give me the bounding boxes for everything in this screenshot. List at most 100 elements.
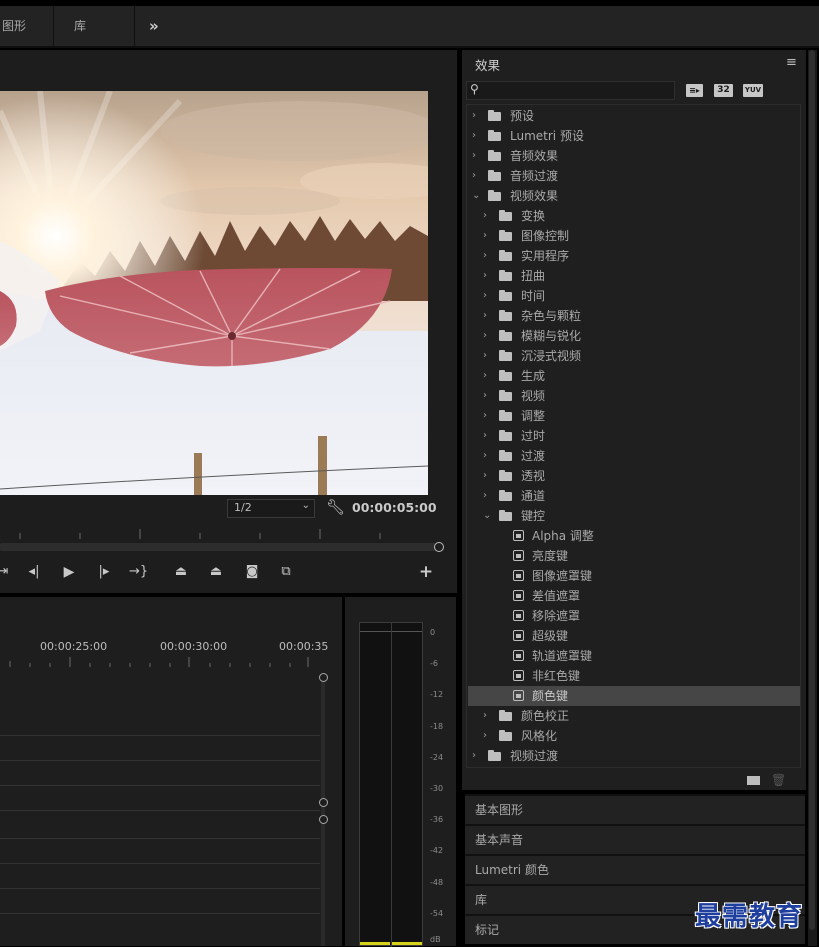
folder-item[interactable]: › 音频过渡 — [468, 166, 800, 186]
folder-item[interactable]: › 过时 — [468, 426, 800, 446]
new-folder-icon[interactable] — [747, 776, 760, 785]
lift-icon[interactable]: ⏏ — [172, 563, 190, 581]
mark-out-icon[interactable]: ⇥ — [0, 563, 12, 581]
folder-item[interactable]: › 沉浸式视频 — [468, 346, 800, 366]
chevron-down-icon[interactable]: ⌄ — [472, 186, 482, 206]
effect-item[interactable]: 亮度键 — [468, 546, 800, 566]
panel-scrollbar[interactable] — [808, 50, 817, 946]
chevron-right-icon[interactable]: › — [483, 206, 493, 226]
scroll-handle[interactable] — [319, 673, 328, 682]
effect-item[interactable]: 非红色键 — [468, 666, 800, 686]
effect-item[interactable]: 超级键 — [468, 626, 800, 646]
workspace-tab-library[interactable]: 库 — [74, 6, 86, 46]
scroll-handle[interactable] — [319, 815, 328, 824]
go-to-out-icon[interactable]: →} — [129, 563, 148, 581]
chevron-right-icon[interactable]: › — [483, 706, 493, 726]
effect-item[interactable]: Alpha 调整 — [468, 526, 800, 546]
folder-item[interactable]: › 音频效果 — [468, 146, 800, 166]
scroll-handle[interactable] — [319, 798, 328, 807]
chevron-right-icon[interactable]: › — [483, 466, 493, 486]
double-chevron-right-icon[interactable]: » — [149, 6, 159, 46]
chevron-right-icon[interactable]: › — [483, 446, 493, 466]
chevron-right-icon[interactable]: › — [483, 286, 493, 306]
folder-item[interactable]: › 风格化 — [468, 726, 800, 746]
chevron-down-icon: ⌄ — [301, 500, 310, 511]
chevron-down-icon[interactable]: ⌄ — [483, 506, 493, 526]
camera-icon[interactable]: ◙ — [243, 563, 261, 581]
chevron-right-icon[interactable]: › — [472, 126, 482, 146]
panel-label: 基本声音 — [475, 833, 524, 847]
chevron-right-icon[interactable]: › — [472, 166, 482, 186]
chevron-right-icon[interactable]: › — [483, 346, 493, 366]
effect-item[interactable]: 图像遮罩键 — [468, 566, 800, 586]
folder-item[interactable]: › 图像控制 — [468, 226, 800, 246]
chevron-right-icon[interactable]: › — [472, 106, 482, 126]
chevron-right-icon[interactable]: › — [483, 406, 493, 426]
effect-item[interactable]: 颜色键 — [468, 686, 800, 706]
scrubber-handle[interactable] — [434, 542, 444, 552]
effects-search-input[interactable]: ⚲ — [466, 81, 675, 100]
chevron-right-icon[interactable]: › — [483, 366, 493, 386]
vertical-scrollbar[interactable] — [321, 676, 325, 946]
ruler-label: 00:00:35 — [279, 640, 329, 653]
folder-item[interactable]: › 调整 — [468, 406, 800, 426]
extract-icon[interactable]: ⏏ — [207, 563, 225, 581]
folder-item[interactable]: ⌄ 视频效果 — [468, 186, 800, 206]
chevron-right-icon[interactable]: › — [483, 486, 493, 506]
meter-scale-label: -24 — [430, 753, 444, 762]
accelerated-effects-filter-icon[interactable]: ≡▸ — [686, 84, 703, 97]
panel-lumetri-color[interactable]: Lumetri 颜色 — [465, 854, 805, 884]
chevron-right-icon[interactable]: › — [483, 246, 493, 266]
chevron-right-icon[interactable]: › — [483, 386, 493, 406]
32bit-filter-icon[interactable]: 32 — [714, 84, 733, 97]
zoom-select[interactable]: 1/2 ⌄ — [227, 499, 315, 518]
meter-scale-label: -12 — [430, 690, 444, 699]
yuv-filter-icon[interactable]: YUV — [743, 84, 763, 97]
folder-item[interactable]: › 透视 — [468, 466, 800, 486]
chevron-right-icon[interactable]: › — [483, 326, 493, 346]
chevron-right-icon[interactable]: › — [483, 726, 493, 746]
folder-item[interactable]: › 视频过渡 — [468, 746, 800, 766]
compare-icon[interactable]: ⧉ — [277, 563, 295, 581]
add-icon[interactable]: + — [417, 563, 435, 581]
panel-essential-sound[interactable]: 基本声音 — [465, 824, 805, 854]
folder-item[interactable]: › 时间 — [468, 286, 800, 306]
effect-item[interactable]: 轨道遮罩键 — [468, 646, 800, 666]
tree-item-label: 颜色校正 — [521, 709, 570, 723]
folder-icon — [499, 490, 512, 501]
panel-scroll-thumb[interactable] — [809, 50, 815, 930]
folder-item[interactable]: › 生成 — [468, 366, 800, 386]
effect-item[interactable]: 差值遮罩 — [468, 586, 800, 606]
hamburger-icon[interactable]: ≡ — [786, 55, 797, 70]
play-icon[interactable]: ▶ — [60, 563, 78, 581]
folder-item[interactable]: › 预设 — [468, 106, 800, 126]
chevron-right-icon[interactable]: › — [483, 266, 493, 286]
playhead-timecode[interactable]: 00:00:05:00 — [352, 500, 437, 515]
step-forward-icon[interactable]: |▸ — [95, 563, 113, 581]
effects-panel-title[interactable]: 效果 — [475, 55, 500, 74]
trash-icon[interactable]: 🗑︎ — [771, 773, 786, 787]
panel-essential-graphics[interactable]: 基本图形 — [465, 794, 805, 824]
folder-item[interactable]: › Lumetri 预设 — [468, 126, 800, 146]
scrubber-track[interactable] — [0, 543, 436, 551]
folder-item[interactable]: › 视频 — [468, 386, 800, 406]
folder-item[interactable]: › 过渡 — [468, 446, 800, 466]
folder-item[interactable]: › 通道 — [468, 486, 800, 506]
folder-item[interactable]: › 扭曲 — [468, 266, 800, 286]
folder-item[interactable]: ⌄ 键控 — [468, 506, 800, 526]
folder-item[interactable]: › 变换 — [468, 206, 800, 226]
workspace-tab-graphics[interactable]: 图形 — [2, 6, 26, 46]
chevron-right-icon[interactable]: › — [483, 426, 493, 446]
folder-item[interactable]: › 模糊与锐化 — [468, 326, 800, 346]
effect-item[interactable]: 移除遮罩 — [468, 606, 800, 626]
wrench-icon[interactable]: 🔧︎ — [326, 498, 345, 516]
chevron-right-icon[interactable]: › — [472, 146, 482, 166]
folder-item[interactable]: › 实用程序 — [468, 246, 800, 266]
folder-item[interactable]: › 颜色校正 — [468, 706, 800, 726]
chevron-right-icon[interactable]: › — [483, 306, 493, 326]
chevron-right-icon[interactable]: › — [472, 746, 482, 766]
tree-item-label: 扭曲 — [521, 269, 546, 283]
step-back-icon[interactable]: ◂| — [25, 563, 43, 581]
folder-item[interactable]: › 杂色与颗粒 — [468, 306, 800, 326]
chevron-right-icon[interactable]: › — [483, 226, 493, 246]
